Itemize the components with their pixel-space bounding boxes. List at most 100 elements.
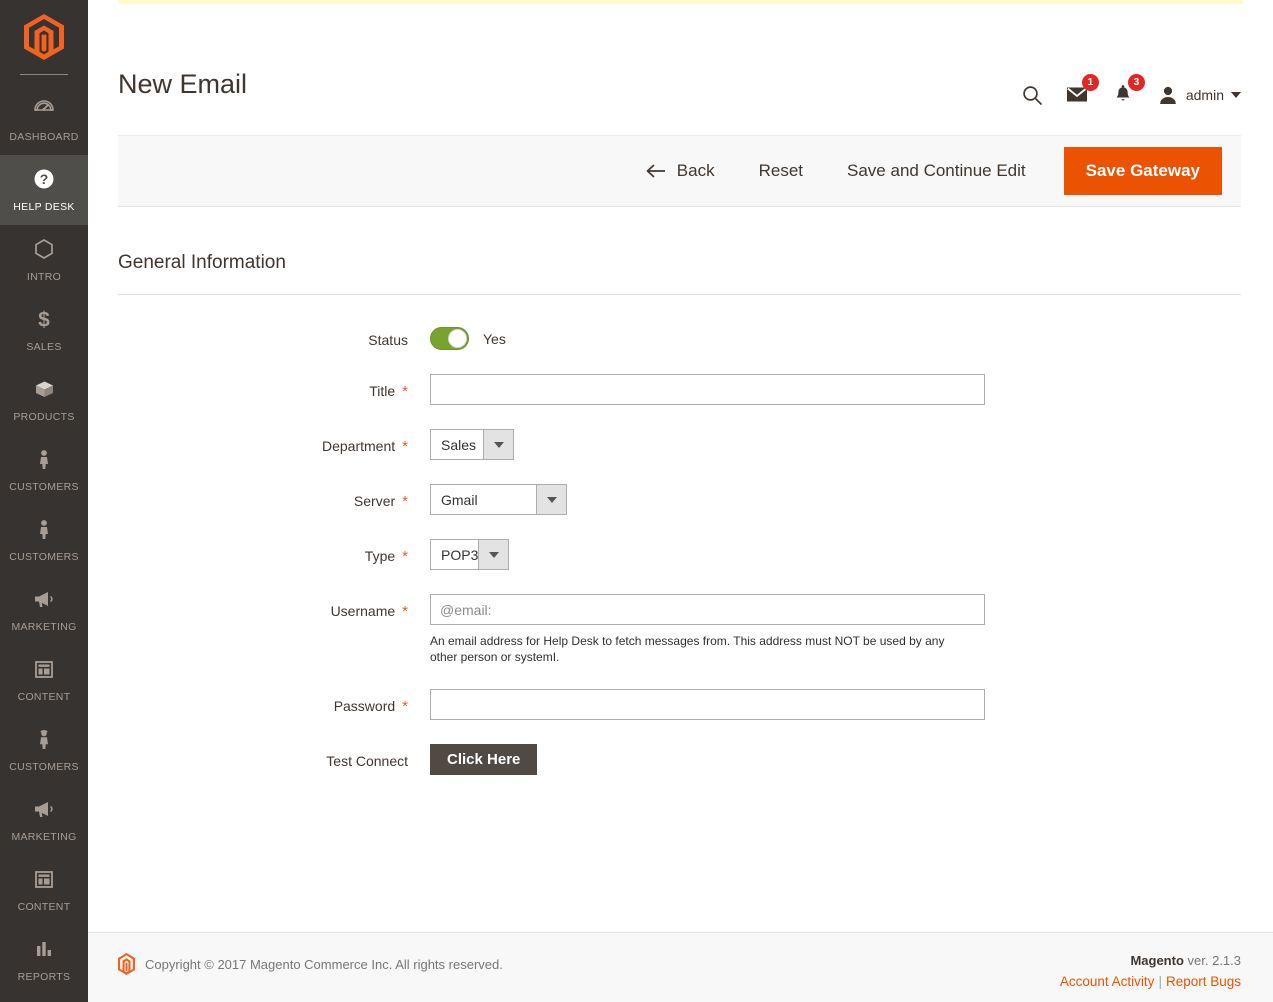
department-label: Department bbox=[322, 438, 396, 454]
marketing-icon bbox=[2, 796, 86, 822]
admin-name: admin bbox=[1185, 87, 1224, 103]
footer-copyright: Copyright © 2017 Magento Commerce Inc. A… bbox=[145, 956, 503, 972]
username-note: An email address for Help Desk to fetch … bbox=[430, 634, 945, 664]
field-row-password: Password * bbox=[118, 689, 1241, 720]
title-label: Title bbox=[369, 383, 396, 399]
sidebar-item-label: CUSTOMERS bbox=[9, 761, 79, 773]
customers-icon bbox=[2, 726, 86, 752]
field-row-type: Type * POP3 bbox=[118, 539, 1241, 570]
sidebar-item-content-1[interactable]: CONTENT bbox=[0, 645, 88, 715]
page-header: New Email 1 3 admin bbox=[88, 4, 1273, 112]
messages-badge: 1 bbox=[1081, 74, 1099, 91]
server-label-wrap: Server * bbox=[118, 484, 408, 509]
page-actions-toolbar: Back Reset Save and Continue Edit Save G… bbox=[118, 135, 1241, 207]
back-label: Back bbox=[676, 161, 715, 180]
field-row-test-connect: Test Connect Click Here bbox=[118, 744, 1241, 775]
title-label-wrap: Title * bbox=[118, 374, 408, 399]
sidebar-item-customers-1[interactable]: CUSTOMERS bbox=[0, 435, 88, 505]
sidebar: DASHBOARD ? HELP DESK INTRO $ SALES PROD… bbox=[0, 0, 88, 1002]
sidebar-item-products[interactable]: PRODUCTS bbox=[0, 365, 88, 435]
password-label: Password bbox=[333, 698, 396, 714]
customers-icon bbox=[2, 446, 86, 472]
test-connect-button[interactable]: Click Here bbox=[430, 744, 538, 775]
server-select[interactable]: Gmail bbox=[430, 484, 567, 515]
server-label: Server bbox=[353, 493, 396, 509]
test-connect-label: Test Connect bbox=[326, 753, 408, 769]
title-input[interactable] bbox=[430, 374, 985, 405]
sidebar-item-help-desk[interactable]: ? HELP DESK bbox=[0, 155, 88, 225]
svg-text:?: ? bbox=[40, 171, 49, 187]
type-control: POP3 bbox=[408, 539, 509, 570]
sidebar-item-dashboard[interactable]: DASHBOARD bbox=[0, 85, 88, 155]
username-label: Username bbox=[330, 603, 396, 619]
intro-icon bbox=[2, 236, 86, 262]
header-actions: 1 3 admin bbox=[1009, 74, 1241, 112]
sidebar-item-content-2[interactable]: CONTENT bbox=[0, 855, 88, 925]
sidebar-item-customers-2[interactable]: CUSTOMERS bbox=[0, 505, 88, 575]
magento-footer-logo-icon bbox=[118, 953, 135, 975]
chevron-down-icon bbox=[478, 540, 508, 569]
department-label-wrap: Department * bbox=[118, 429, 408, 454]
type-select[interactable]: POP3 bbox=[430, 539, 509, 570]
username-control: An email address for Help Desk to fetch … bbox=[408, 594, 985, 665]
chevron-down-icon bbox=[536, 485, 566, 514]
search-button[interactable] bbox=[1009, 78, 1055, 112]
main-content: New Email 1 3 admin Back Reset Save and … bbox=[88, 0, 1273, 1002]
sidebar-item-marketing-1[interactable]: MARKETING bbox=[0, 575, 88, 645]
server-selected-value: Gmail bbox=[431, 485, 536, 514]
server-control: Gmail bbox=[408, 484, 567, 515]
department-control: Sales bbox=[408, 429, 514, 460]
notifications-button[interactable]: 3 bbox=[1101, 74, 1147, 112]
save-and-continue-label: Save and Continue Edit bbox=[847, 161, 1026, 180]
sidebar-item-label: CONTENT bbox=[17, 691, 71, 703]
department-select[interactable]: Sales bbox=[430, 429, 514, 460]
sidebar-item-label: PRODUCTS bbox=[13, 411, 75, 423]
field-row-title: Title * bbox=[118, 374, 1241, 405]
save-gateway-button[interactable]: Save Gateway bbox=[1063, 147, 1222, 195]
dashboard-icon bbox=[2, 96, 86, 122]
toggle-knob bbox=[448, 329, 467, 348]
footer-brand: Magento bbox=[1130, 953, 1184, 968]
save-and-continue-button[interactable]: Save and Continue Edit bbox=[825, 161, 1048, 181]
status-toggle[interactable] bbox=[430, 327, 469, 350]
sidebar-item-customers-3[interactable]: CUSTOMERS bbox=[0, 715, 88, 785]
magento-logo[interactable] bbox=[0, 0, 88, 74]
sidebar-item-reports[interactable]: REPORTS bbox=[0, 925, 88, 995]
reset-button[interactable]: Reset bbox=[737, 161, 825, 181]
username-label-wrap: Username * bbox=[118, 594, 408, 619]
sidebar-item-label: MARKETING bbox=[11, 831, 77, 843]
sidebar-item-intro[interactable]: INTRO bbox=[0, 225, 88, 295]
content-icon bbox=[2, 866, 86, 892]
sidebar-item-stores[interactable]: STORES bbox=[0, 995, 88, 1002]
marketing-icon bbox=[2, 586, 86, 612]
field-row-server: Server * Gmail bbox=[118, 484, 1241, 515]
status-label-wrap: Status bbox=[118, 323, 408, 348]
reports-icon bbox=[2, 936, 86, 962]
footer-links: Account Activity | Report Bugs bbox=[1060, 974, 1241, 989]
report-bugs-link[interactable]: Report Bugs bbox=[1166, 974, 1241, 989]
field-row-status: Status Yes bbox=[118, 323, 1241, 350]
username-input[interactable] bbox=[430, 594, 985, 625]
back-button[interactable]: Back bbox=[635, 161, 737, 181]
field-row-department: Department * Sales bbox=[118, 429, 1241, 460]
type-selected-value: POP3 bbox=[431, 540, 478, 569]
footer-version-number: ver. 2.1.3 bbox=[1183, 953, 1241, 968]
sidebar-item-label: SALES bbox=[26, 341, 62, 353]
reset-label: Reset bbox=[758, 161, 804, 180]
sidebar-item-sales[interactable]: $ SALES bbox=[0, 295, 88, 365]
account-activity-link[interactable]: Account Activity bbox=[1060, 974, 1155, 989]
password-input[interactable] bbox=[430, 689, 985, 720]
messages-button[interactable]: 1 bbox=[1055, 74, 1101, 112]
general-information-section: General Information Status Yes Title * D… bbox=[88, 207, 1273, 799]
type-label: Type bbox=[364, 548, 396, 564]
chevron-down-icon bbox=[1231, 92, 1241, 98]
admin-menu[interactable]: admin bbox=[1157, 84, 1241, 106]
sidebar-item-label: CUSTOMERS bbox=[9, 481, 79, 493]
sidebar-item-label: DASHBOARD bbox=[9, 131, 79, 143]
sidebar-item-marketing-2[interactable]: MARKETING bbox=[0, 785, 88, 855]
type-label-wrap: Type * bbox=[118, 539, 408, 564]
status-control: Yes bbox=[408, 323, 506, 350]
footer-left: Copyright © 2017 Magento Commerce Inc. A… bbox=[118, 953, 503, 975]
page-footer: Copyright © 2017 Magento Commerce Inc. A… bbox=[88, 932, 1273, 1002]
title-control bbox=[408, 374, 985, 405]
